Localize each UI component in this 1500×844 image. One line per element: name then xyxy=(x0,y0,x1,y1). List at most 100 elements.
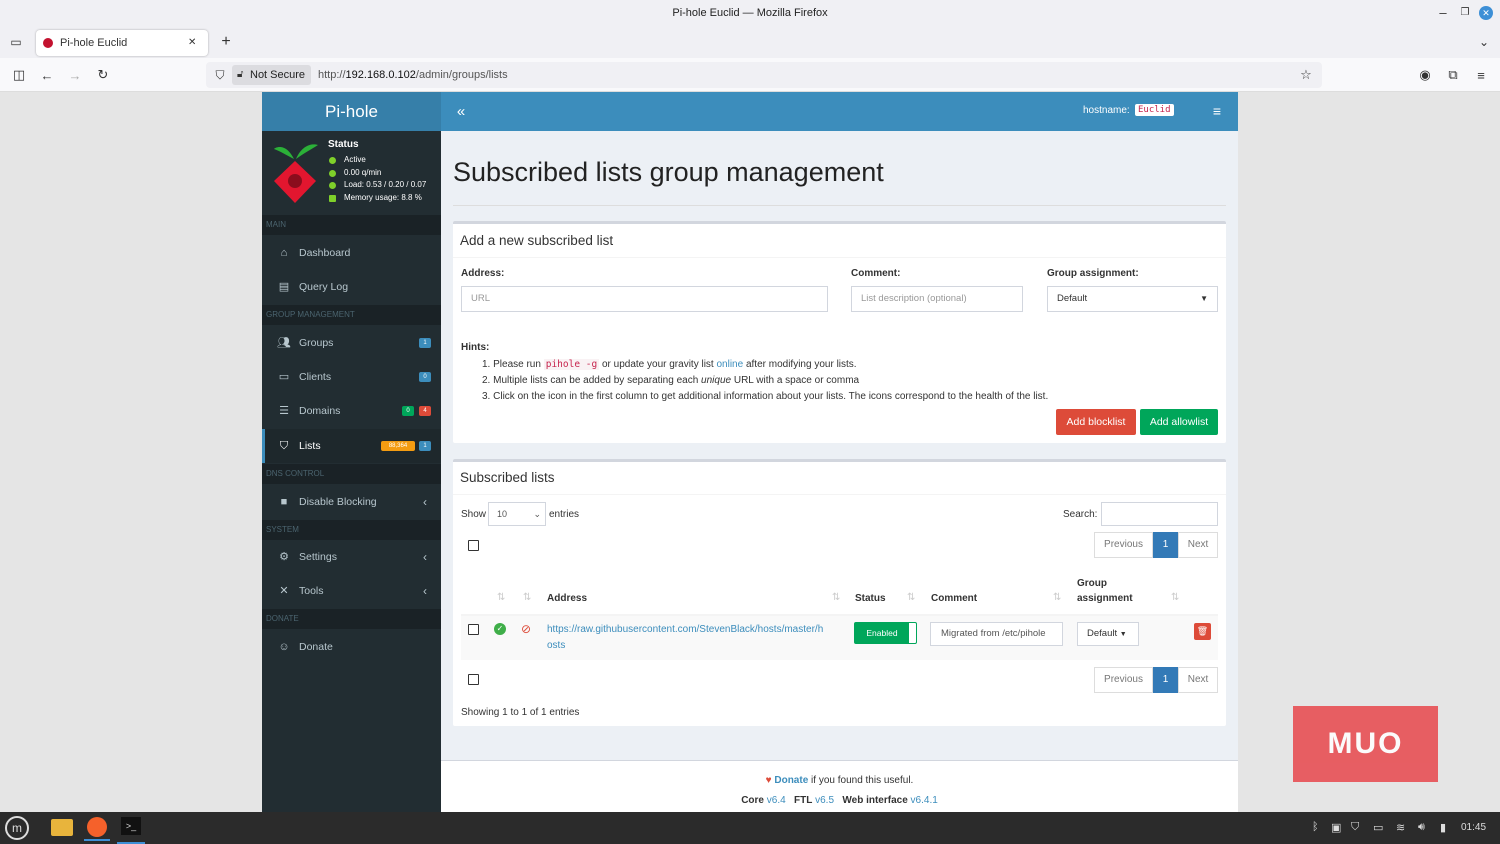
previous-button-bottom[interactable]: Previous xyxy=(1094,667,1153,693)
entries-select[interactable]: 10 ⌄ xyxy=(488,502,546,526)
deny-domains-badge: 4 xyxy=(419,406,431,416)
next-button-bottom[interactable]: Next xyxy=(1178,667,1218,693)
wifi-icon[interactable]: ≋ xyxy=(1396,821,1405,834)
hamburger-menu-icon[interactable]: ≡ xyxy=(1209,102,1225,120)
shield-icon[interactable]: ⛉ xyxy=(1351,821,1359,834)
tab-overflow-icon[interactable]: ⌄ xyxy=(1476,32,1492,52)
sidebar-item-clients[interactable]: ▭ Clients 0 xyxy=(262,360,441,394)
not-secure-badge[interactable]: 🔓︎ Not Secure xyxy=(232,65,312,85)
next-button[interactable]: Next xyxy=(1178,532,1218,558)
app-logo[interactable]: Pi-hole xyxy=(262,92,441,131)
status-header[interactable]: Status xyxy=(855,593,886,604)
hint-1-text-b: or update your gravity list xyxy=(601,359,714,370)
tab-close-icon[interactable]: ✕ xyxy=(188,30,196,56)
sidebar-item-disable-blocking[interactable]: ■ Disable Blocking ‹ xyxy=(262,485,441,519)
sidebar-item-settings[interactable]: ⚙ Settings ‹ xyxy=(262,540,441,574)
tab-pihole[interactable]: Pi-hole Euclid ✕ xyxy=(36,30,208,56)
address-header[interactable]: Address xyxy=(547,593,587,604)
hint-3-text: Click on the icon in the first column to… xyxy=(493,391,1049,402)
sidebar-item-donate[interactable]: ☺ Donate xyxy=(262,630,441,664)
select-all-checkbox[interactable] xyxy=(468,540,479,551)
add-blocklist-button[interactable]: Add blocklist xyxy=(1056,409,1136,435)
sidebar-toggle-icon[interactable]: ◫ xyxy=(11,66,27,84)
shield-icon[interactable]: ⛉ xyxy=(214,67,226,83)
sort-icon[interactable]: ⇅ xyxy=(1053,592,1061,603)
tab-list-icon[interactable]: ▭ xyxy=(8,34,24,50)
file-manager-icon[interactable] xyxy=(51,819,73,836)
account-icon[interactable]: ◉ xyxy=(1417,66,1433,84)
menu-icon[interactable]: ≡ xyxy=(1473,66,1489,84)
list-address-link[interactable]: https://raw.githubusercontent.com/Steven… xyxy=(547,622,823,654)
group-assignment-select[interactable]: Default ▼ xyxy=(1047,286,1218,312)
tab-title: Pi-hole Euclid xyxy=(60,37,128,49)
tab-bar: ▭ Pi-hole Euclid ✕ + ⌄ xyxy=(0,26,1500,58)
sort-icon[interactable]: ⇅ xyxy=(1171,592,1179,603)
chevron-left-icon: ‹ xyxy=(423,550,427,564)
group-header-line2[interactable]: assignment xyxy=(1077,593,1133,604)
terminal-taskbar-item[interactable]: >_ xyxy=(117,815,145,844)
footer-donate-link[interactable]: Donate xyxy=(774,775,808,786)
close-icon[interactable]: ✕ xyxy=(1479,6,1493,20)
volume-icon[interactable]: 🔊︎ xyxy=(1418,821,1425,834)
extensions-icon[interactable]: ⧉ xyxy=(1445,66,1461,84)
sidebar-item-dashboard[interactable]: ⌂ Dashboard xyxy=(262,236,441,270)
comment-header[interactable]: Comment xyxy=(931,593,977,604)
bookmark-star-icon[interactable]: ☆ xyxy=(1298,67,1314,83)
sidebar-item-groups[interactable]: 👥︎ Groups 1 xyxy=(262,326,441,360)
group-header-line1[interactable]: Group xyxy=(1077,578,1107,589)
sidebar-item-tools[interactable]: ✕ Tools ‹ xyxy=(262,574,441,608)
sidebar-item-domains[interactable]: ☰ Domains 0 4 xyxy=(262,394,441,428)
reload-icon[interactable]: ↻ xyxy=(95,66,111,84)
battery-icon[interactable]: ▮ xyxy=(1440,821,1446,834)
blocklist-type-icon[interactable]: ⊘ xyxy=(521,622,531,636)
section-dns-control: DNS CONTROL xyxy=(262,464,441,484)
not-secure-label: Not Secure xyxy=(250,69,306,81)
groups-count-badge: 1 xyxy=(419,338,431,348)
page-1-button-bottom[interactable]: 1 xyxy=(1153,667,1178,693)
group-dropdown[interactable]: Default ▼ xyxy=(1077,622,1139,646)
bluetooth-icon[interactable]: ᛒ xyxy=(1312,821,1319,833)
clipboard-icon[interactable]: ▣ xyxy=(1331,821,1341,834)
core-version[interactable]: v6.4 xyxy=(767,795,786,806)
sort-icon[interactable]: ⇅ xyxy=(523,592,531,603)
sidebar-item-label: Lists xyxy=(299,440,321,452)
status-load: Load: 0.53 / 0.20 / 0.07 xyxy=(328,179,438,192)
back-icon[interactable]: ← xyxy=(39,66,55,84)
chevron-down-icon: ⌄ xyxy=(533,509,541,519)
previous-button[interactable]: Previous xyxy=(1094,532,1153,558)
sort-icon[interactable]: ⇅ xyxy=(497,592,505,603)
collapse-sidebar-icon[interactable]: « xyxy=(453,102,469,120)
page-1-button[interactable]: 1 xyxy=(1153,532,1178,558)
forward-icon[interactable]: → xyxy=(67,66,83,84)
hint-1-text-a: Please run xyxy=(493,359,541,370)
clock[interactable]: 01:45 xyxy=(1461,822,1486,833)
url-bar[interactable]: ⛉ 🔓︎ Not Secure http://192.168.0.102/adm… xyxy=(206,62,1322,88)
online-link[interactable]: online xyxy=(716,359,743,370)
comment-field[interactable]: Migrated from /etc/pihole xyxy=(930,622,1063,646)
firefox-taskbar-item[interactable] xyxy=(84,815,110,841)
select-all-checkbox-bottom[interactable] xyxy=(468,674,479,685)
core-label: Core xyxy=(741,795,764,806)
row-checkbox[interactable] xyxy=(468,624,479,635)
sidebar-item-lists[interactable]: ⛉ Lists 88,364 1 xyxy=(262,429,441,463)
sort-icon[interactable]: ⇅ xyxy=(832,592,840,603)
ftl-version[interactable]: v6.5 xyxy=(815,795,834,806)
restore-icon[interactable]: ❐ xyxy=(1458,0,1472,26)
url-text[interactable]: http://192.168.0.102/admin/groups/lists xyxy=(318,62,508,88)
health-ok-icon[interactable]: ✓ xyxy=(494,623,506,635)
search-input[interactable] xyxy=(1101,502,1218,526)
sidebar-item-query-log[interactable]: ▤ Query Log xyxy=(262,270,441,304)
start-menu-icon[interactable]: m xyxy=(5,816,29,840)
search-label: Search: xyxy=(1063,509,1098,520)
add-allowlist-button[interactable]: Add allowlist xyxy=(1140,409,1218,435)
display-icon[interactable]: ▭ xyxy=(1373,821,1383,834)
web-interface-version[interactable]: v6.4.1 xyxy=(911,795,938,806)
new-tab-icon[interactable]: + xyxy=(218,32,234,52)
delete-icon[interactable]: 🗑︎ xyxy=(1194,623,1211,640)
comment-input[interactable]: List description (optional) xyxy=(851,286,1023,312)
address-input[interactable]: URL xyxy=(461,286,828,312)
minimize-icon[interactable]: – xyxy=(1436,0,1450,26)
tools-icon: ✕ xyxy=(279,585,289,597)
status-toggle[interactable]: Enabled xyxy=(854,622,917,644)
sort-icon[interactable]: ⇅ xyxy=(907,592,915,603)
